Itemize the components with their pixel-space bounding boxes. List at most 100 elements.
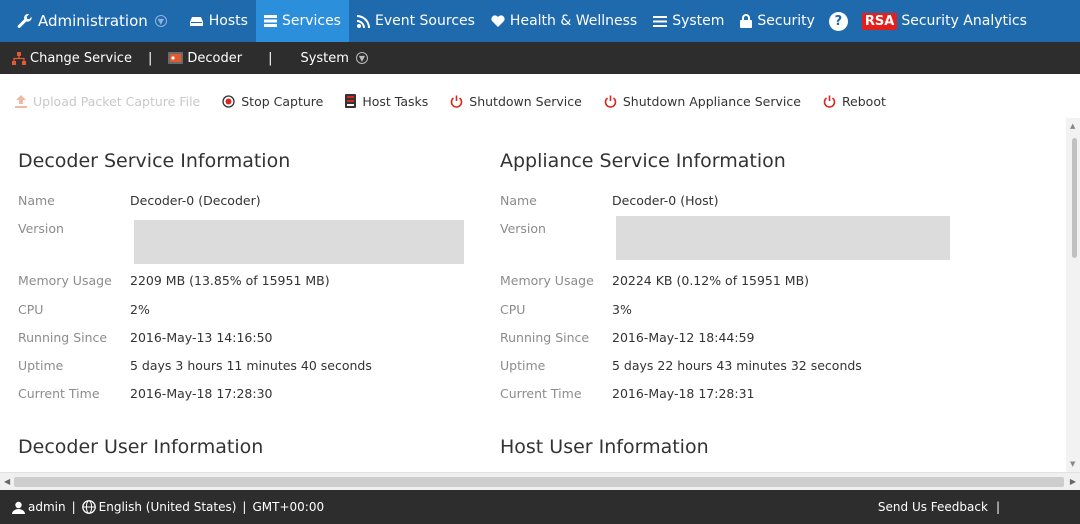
horizontal-scroll-thumb[interactable] <box>14 477 1064 487</box>
decoder-label: Decoder <box>187 50 243 66</box>
running-since-label: Running Since <box>500 330 590 345</box>
nav-event-sources[interactable]: Event Sources <box>349 0 483 42</box>
chevron-down-icon: ▼ <box>154 15 167 27</box>
subnav-separator: | <box>268 50 273 66</box>
lock-icon <box>740 14 753 28</box>
vertical-scroll-thumb[interactable] <box>1072 138 1077 258</box>
scroll-up-arrow-icon[interactable]: ▲ <box>1070 122 1075 130</box>
footer-separator: | <box>242 500 247 514</box>
user-icon <box>12 501 25 514</box>
cpu-value: 2% <box>130 302 150 317</box>
send-feedback-link[interactable]: Send Us Feedback <box>878 500 988 514</box>
current-time-label: Current Time <box>500 386 582 401</box>
service-content-panel: Decoder Service Information Name Decoder… <box>0 118 1066 472</box>
rss-icon <box>356 14 370 28</box>
nav-health-wellness[interactable]: Health & Wellness <box>483 0 645 42</box>
uptime-label: Uptime <box>18 358 64 373</box>
shutdown-service-button[interactable]: Shutdown Service <box>450 94 582 109</box>
version-label: Version <box>18 221 64 236</box>
name-value: Decoder-0 (Decoder) <box>130 193 261 208</box>
scroll-left-arrow-icon[interactable]: ◀ <box>4 477 10 486</box>
decoder-version-redacted <box>134 220 464 264</box>
nav-security[interactable]: Security <box>732 0 823 42</box>
nav-hosts[interactable]: Hosts <box>181 0 256 42</box>
host-tasks-button[interactable]: Host Tasks <box>345 94 428 109</box>
product-name: Security Analytics <box>901 13 1027 29</box>
nav-system-label: System <box>672 13 725 29</box>
running-since-value: 2016-May-12 18:44:59 <box>612 330 755 345</box>
rsa-logo: RSA <box>861 12 898 30</box>
uptime-value: 5 days 3 hours 11 minutes 40 seconds <box>130 358 372 373</box>
app-window: Administration ▼ Hosts Services Event So… <box>0 0 1080 524</box>
vertical-scrollbar[interactable]: ▲ ▼ <box>1066 118 1080 472</box>
name-label: Name <box>18 193 55 208</box>
stop-capture-button[interactable]: Stop Capture <box>222 94 323 109</box>
hierarchy-icon <box>12 51 26 65</box>
memory-usage-value: 2209 MB (13.85% of 15951 MB) <box>130 273 330 288</box>
power-icon <box>604 95 617 108</box>
version-label: Version <box>500 221 546 236</box>
chevron-down-icon: ▼ <box>355 52 368 64</box>
footer-links: Send Us Feedback | <box>878 490 1006 524</box>
upload-packet-capture-button[interactable]: Upload Packet Capture File <box>15 94 200 109</box>
power-icon <box>823 95 836 108</box>
decoder-service-item[interactable]: Decoder <box>162 51 248 66</box>
reboot-label: Reboot <box>841 93 886 109</box>
uptime-label: Uptime <box>500 358 546 373</box>
nav-system[interactable]: System <box>645 0 732 42</box>
current-time-value: 2016-May-18 17:28:31 <box>612 386 755 401</box>
nav-services-label: Services <box>281 13 341 29</box>
heart-icon <box>491 15 505 27</box>
help-icon[interactable]: ? <box>828 11 848 31</box>
power-icon <box>451 95 463 108</box>
memory-usage-label: Memory Usage <box>18 273 112 288</box>
shutdown-appliance-service-label: Shutdown Appliance Service <box>622 93 801 109</box>
decoder-user-info-title: Decoder User Information <box>18 436 264 458</box>
username[interactable]: admin <box>28 500 66 514</box>
change-service-label: Change Service <box>30 50 132 66</box>
system-label: System <box>300 50 349 66</box>
uptime-value: 5 days 22 hours 43 minutes 32 seconds <box>612 358 862 373</box>
service-sub-navigation: Change Service | Decoder | System ▼ <box>0 42 1080 74</box>
cpu-value: 3% <box>612 302 632 317</box>
system-dropdown[interactable]: System ▼ <box>294 51 373 66</box>
timezone-label: GMT+00:00 <box>252 500 325 514</box>
globe-icon <box>81 500 96 514</box>
nav-hosts-label: Hosts <box>208 13 248 29</box>
server-icon <box>345 94 357 108</box>
host-user-info-title: Host User Information <box>500 436 709 458</box>
nav-services[interactable]: Services <box>255 0 349 42</box>
upload-icon <box>15 94 27 108</box>
subnav-separator: | <box>147 50 153 66</box>
cpu-label: CPU <box>500 302 526 317</box>
footer-separator: | <box>71 500 76 514</box>
upload-packet-capture-label: Upload Packet Capture File <box>33 93 201 109</box>
nav-event-sources-label: Event Sources <box>374 13 475 29</box>
status-footer: admin | English (United States) | GMT+00… <box>0 490 1080 524</box>
footer-separator: | <box>995 500 1000 514</box>
host-tasks-label: Host Tasks <box>362 93 429 109</box>
running-since-label: Running Since <box>18 330 108 345</box>
current-time-value: 2016-May-18 17:28:30 <box>130 386 273 401</box>
nav-administration-label: Administration <box>38 12 148 30</box>
nav-security-label: Security <box>757 13 815 29</box>
nav-administration[interactable]: Administration ▼ <box>0 0 181 42</box>
current-time-label: Current Time <box>18 386 100 401</box>
stop-capture-label: Stop Capture <box>241 93 324 109</box>
shutdown-service-label: Shutdown Service <box>469 93 582 109</box>
horizontal-scrollbar[interactable]: ◀ ▶ <box>0 472 1080 490</box>
scroll-right-arrow-icon[interactable]: ▶ <box>1070 477 1076 486</box>
footer-user-info: admin | English (United States) | GMT+00… <box>0 500 324 514</box>
running-since-value: 2016-May-13 14:16:50 <box>130 330 273 345</box>
nav-health-wellness-label: Health & Wellness <box>509 13 638 29</box>
hosts-icon <box>189 17 203 26</box>
decoder-service-info-title: Decoder Service Information <box>18 150 291 172</box>
services-icon <box>263 15 277 27</box>
change-service-button[interactable]: Change Service <box>0 51 138 66</box>
memory-usage-label: Memory Usage <box>500 273 594 288</box>
service-toolbar: Upload Packet Capture File Stop Capture … <box>0 85 1080 117</box>
language-selector[interactable]: English (United States) <box>99 500 237 514</box>
shutdown-appliance-service-button[interactable]: Shutdown Appliance Service <box>604 94 801 109</box>
reboot-button[interactable]: Reboot <box>823 94 886 109</box>
scroll-down-arrow-icon[interactable]: ▼ <box>1070 460 1075 468</box>
